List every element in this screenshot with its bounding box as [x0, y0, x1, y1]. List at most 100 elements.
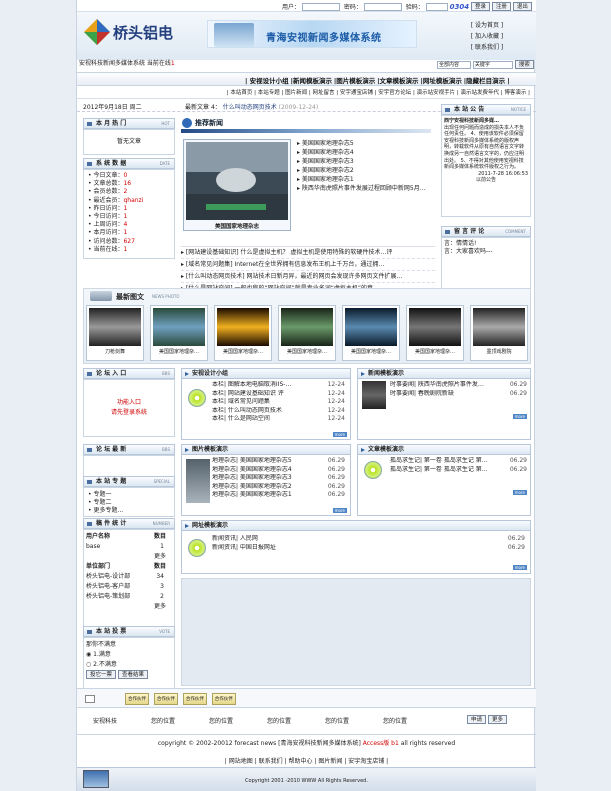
- nav-item-articles[interactable]: 文章模板演示: [380, 77, 419, 85]
- news-line-item[interactable]: ▸ [什么叫动态网页技术] 网站技术日新月异，最近的网页会发现许多网页文件扩展…: [181, 271, 435, 283]
- bottom-link[interactable]: 图片新闻: [318, 758, 342, 765]
- module-list-item[interactable]: 时事要闻| 陕西华南虎照片事件发… 06.29: [390, 381, 530, 390]
- latest-pic-item[interactable]: 刀枪剑舞: [86, 305, 144, 361]
- subnav-blog[interactable]: 博客演示: [504, 90, 526, 96]
- news-line-item[interactable]: ▸ [域名常见问题集] Internet在全世界拥有信息发布王机上千万台，通过拥…: [181, 259, 435, 271]
- vote-option-2[interactable]: ○ 2.不满意: [86, 660, 172, 670]
- recommend-feature[interactable]: 美国国家地理杂志: [183, 139, 291, 231]
- more-button[interactable]: more: [512, 414, 527, 419]
- footer-link[interactable]: 安视科技: [93, 716, 151, 725]
- module-list-item[interactable]: 本栏| 什么是网站空间 12-24: [212, 415, 348, 424]
- subnav-demo2[interactable]: 演示站发费年代: [461, 90, 500, 96]
- pic-thumb-image[interactable]: [186, 459, 210, 503]
- partner-button[interactable]: 合作伙伴: [211, 693, 236, 705]
- footer-link[interactable]: 您的位置: [267, 716, 325, 725]
- news-thumb-image[interactable]: [362, 381, 386, 409]
- nav-item-design[interactable]: 安视设计小组: [250, 77, 289, 85]
- nav-item-urls[interactable]: 网址模板演示: [423, 77, 462, 85]
- nav-item-news[interactable]: 新闻模板演示: [293, 77, 332, 85]
- pic-template-header[interactable]: 图片模板演示: [182, 445, 350, 455]
- username-input[interactable]: [301, 2, 340, 11]
- search-scope-select[interactable]: 全部内容: [437, 60, 471, 69]
- news-template-header[interactable]: 新闻模板演示: [358, 369, 530, 379]
- footer-link[interactable]: 您的位置: [151, 716, 209, 725]
- news-line-item[interactable]: ▸ [网站建设基础知识] 什么是虚拟主机？ 虚拟主机是使用特殊的软硬件技术…评: [181, 247, 435, 259]
- module-list-item[interactable]: 新闻资讯| 中国日报网址 06.29: [212, 544, 528, 553]
- apply-link-button[interactable]: 申请: [467, 715, 487, 724]
- partner-button[interactable]: 合作伙伴: [153, 693, 178, 705]
- contact-us-link[interactable]: [ 联系我们 ]: [457, 42, 517, 53]
- latest-pic-item[interactable]: 墨顶戏剧院: [470, 305, 528, 361]
- design-group-header[interactable]: 安视设计小组: [182, 369, 350, 379]
- notice-more-link[interactable]: 以前公告: [444, 177, 528, 184]
- bottom-link[interactable]: 安宇淘宝店铺: [348, 758, 384, 765]
- module-list-item[interactable]: 本栏| 域名常见问题集 12-24: [212, 398, 348, 407]
- latest-pic-item[interactable]: 美国国家地理杂…: [342, 305, 400, 361]
- module-list-item[interactable]: 新闻资讯| 人民网 06.29: [212, 535, 528, 544]
- draft-users-more[interactable]: 更多: [86, 552, 172, 562]
- latest-pic-item[interactable]: 美国国家地理杂…: [150, 305, 208, 361]
- add-favorite-link[interactable]: [ 加入收藏 ]: [457, 31, 517, 42]
- subnav-guestbook[interactable]: 网址留言: [313, 90, 335, 96]
- module-list-item[interactable]: 地理杂志| 美国国家地理杂志4 06.29: [212, 466, 348, 475]
- draft-depts-more[interactable]: 更多: [86, 602, 172, 612]
- forum-login-link[interactable]: 请先登录系统: [84, 408, 174, 418]
- vote-option-1[interactable]: ◉ 1.满意: [86, 650, 172, 660]
- module-list-item[interactable]: 孤岛求生记| 第一卷 孤岛求生记 第… 06.29: [390, 457, 530, 466]
- notice-heading[interactable]: 西宁安视科技新闻多媒…: [444, 118, 528, 125]
- nav-item-hidden[interactable]: 隐藏栏目演示: [466, 77, 505, 85]
- footer-link[interactable]: 您的位置: [325, 716, 383, 725]
- topic-item[interactable]: • 专题一: [88, 491, 174, 499]
- captcha-input[interactable]: [425, 2, 448, 11]
- url-template-header[interactable]: 网址模板演示: [182, 521, 530, 531]
- search-input[interactable]: 关键字: [472, 60, 513, 69]
- latest-pic-item[interactable]: 美国国家地理杂…: [278, 305, 336, 361]
- article-template-header[interactable]: 文章模板演示: [358, 445, 530, 455]
- search-button[interactable]: 搜索: [514, 60, 534, 69]
- recommend-item[interactable]: ▸ 美国国家地理杂志4: [297, 148, 431, 157]
- footer-link[interactable]: 您的位置: [383, 716, 441, 725]
- module-list-item[interactable]: 地理杂志| 美国国家地理杂志2 06.29: [212, 483, 348, 492]
- recommend-item[interactable]: ▸ 美国国家地理杂志3: [297, 157, 431, 166]
- bottom-link[interactable]: 联系我们: [259, 758, 283, 765]
- recommend-item[interactable]: ▸ 美国国家地理杂志2: [297, 166, 431, 175]
- vote-submit-button[interactable]: 投它一票: [86, 670, 117, 679]
- comment-item[interactable]: 言：情情话!: [444, 240, 528, 248]
- module-list-item[interactable]: 地理杂志| 美国国家地理杂志5 06.29: [212, 457, 348, 466]
- subnav-home[interactable]: 本站首页: [230, 90, 252, 96]
- password-input[interactable]: [363, 2, 402, 11]
- forum-function-link[interactable]: 功能入口: [84, 398, 174, 408]
- subnav-shop[interactable]: 安宇通宝店铺: [340, 90, 373, 96]
- partner-button[interactable]: 合作伙伴: [125, 693, 149, 705]
- topic-item[interactable]: • 更多专题...: [88, 507, 174, 515]
- more-button[interactable]: more: [332, 432, 347, 437]
- subnav-demo1[interactable]: 演示站安视手片: [417, 90, 456, 96]
- nav-item-pictures[interactable]: 图片模板演示: [336, 77, 375, 85]
- recommend-item[interactable]: ▸ 陕西华南虎照片事件发展过程回顾中新网5月…: [297, 184, 431, 193]
- subnav-picnews[interactable]: 图片新闻: [285, 90, 307, 96]
- footer-link[interactable]: 您的位置: [209, 716, 267, 725]
- bottom-link[interactable]: 网站地图: [229, 758, 253, 765]
- more-links-button[interactable]: 更多: [487, 715, 507, 724]
- register-button[interactable]: 注册: [491, 2, 511, 11]
- comment-item[interactable]: 言：大家喜欢吗---: [444, 248, 528, 256]
- set-homepage-link[interactable]: [ 设为首页 ]: [457, 20, 517, 31]
- recommend-item[interactable]: ▸ 美国国家地理杂志5: [297, 139, 431, 148]
- latest-pic-item[interactable]: 美国国家地理杂…: [214, 305, 272, 361]
- login-button[interactable]: 登录: [470, 2, 490, 11]
- subnav-topics[interactable]: 本站专题: [258, 90, 280, 96]
- module-list-item[interactable]: 时事要闻| 春晚剧院新缺 06.29: [390, 390, 530, 399]
- partner-button[interactable]: 合作伙伴: [182, 693, 207, 705]
- module-list-item[interactable]: 地理杂志| 美国国家地理杂志3 06.29: [212, 474, 348, 483]
- module-list-item[interactable]: 本栏| 网站建设基础知识 评 12-24: [212, 390, 348, 399]
- recommend-item[interactable]: ▸ 美国国家地理杂志1: [297, 175, 431, 184]
- more-button[interactable]: more: [512, 490, 527, 495]
- latest-article-link[interactable]: 什么叫动态网页技术: [223, 104, 277, 111]
- logout-button[interactable]: 退出: [512, 2, 532, 11]
- bottom-link[interactable]: 帮助中心: [288, 758, 312, 765]
- module-list-item[interactable]: 地理杂志| 美国国家地理杂志1 06.29: [212, 491, 348, 500]
- more-button[interactable]: more: [512, 565, 527, 570]
- module-list-item[interactable]: 本栏| 图解本地电脑取消IIS-… 12-24: [212, 381, 348, 390]
- module-list-item[interactable]: 孤岛求生记| 第一卷 孤岛求生记 第… 06.29: [390, 466, 530, 475]
- subnav-forum[interactable]: 安宇官方论坛: [378, 90, 411, 96]
